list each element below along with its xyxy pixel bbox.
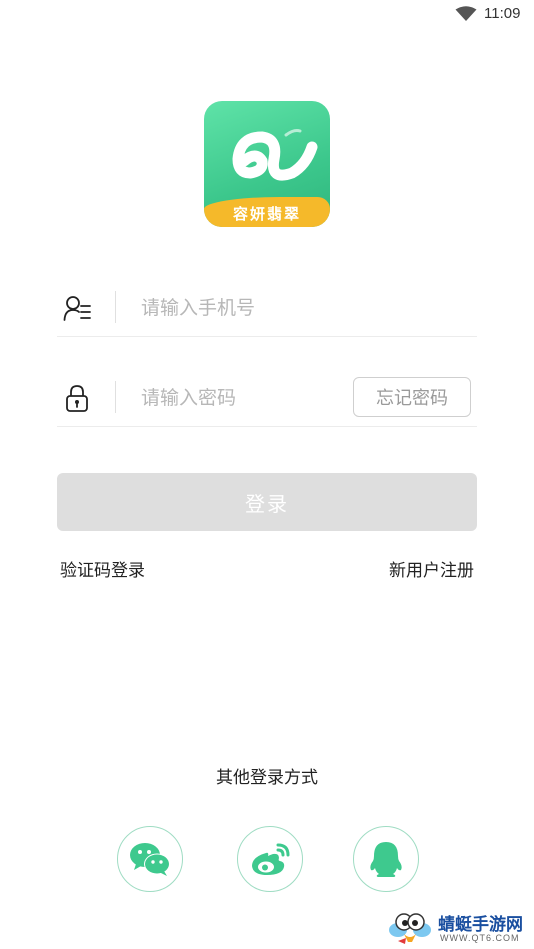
other-login-title: 其他登录方式 <box>216 768 318 788</box>
password-input[interactable] <box>141 383 351 413</box>
wifi-icon <box>455 6 477 21</box>
watermark-title: 蜻蜓手游网 <box>438 915 523 935</box>
forgot-password-button[interactable]: 忘记密码 <box>353 377 471 417</box>
sms-login-link[interactable]: 验证码登录 <box>60 556 145 581</box>
dragonfly-mascot-icon <box>389 913 431 944</box>
password-row: 忘记密码 <box>57 369 477 427</box>
row-divider <box>115 381 116 413</box>
phone-row <box>57 279 477 337</box>
row-divider <box>115 291 116 323</box>
login-button[interactable]: 登录 <box>57 473 477 531</box>
phone-input[interactable] <box>141 293 351 323</box>
lock-icon <box>66 385 88 412</box>
wechat-icon <box>130 843 170 876</box>
wechat-login-button[interactable] <box>117 826 183 892</box>
logo-text: 容妍翡翠 <box>232 205 301 223</box>
watermark: 蜻蜓手游网 WWW.QT6.COM <box>388 908 530 946</box>
user-list-icon <box>63 296 91 321</box>
app-logo: 容妍翡翠 <box>204 101 330 227</box>
qq-login-button[interactable] <box>353 826 419 892</box>
weibo-icon <box>252 843 290 875</box>
watermark-url: WWW.QT6.COM <box>440 933 520 943</box>
register-link[interactable]: 新用户注册 <box>389 556 474 581</box>
weibo-login-button[interactable] <box>237 826 303 892</box>
status-bar: 11:09 <box>0 0 534 28</box>
status-time: 11:09 <box>484 5 521 22</box>
qq-icon <box>370 842 402 877</box>
